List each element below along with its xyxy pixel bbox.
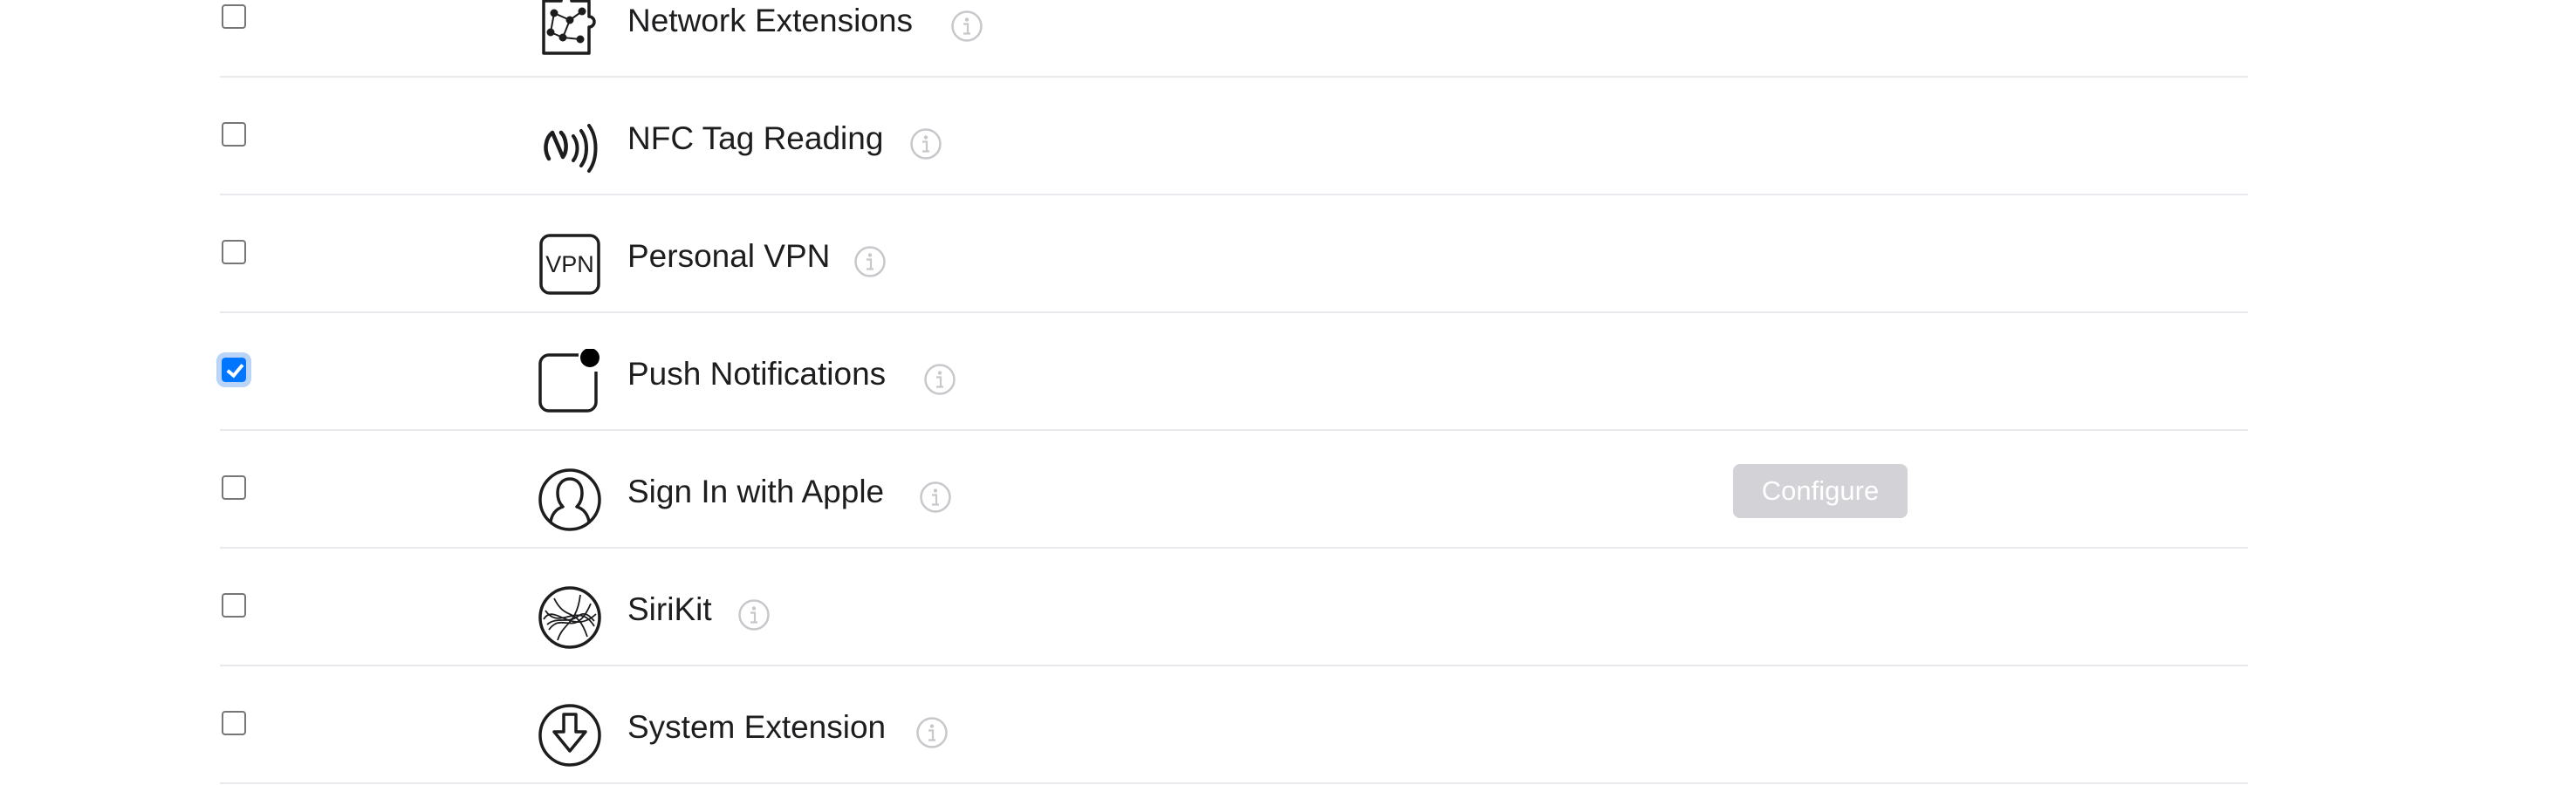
sirikit-icon — [537, 584, 603, 651]
nfc-icon — [537, 113, 603, 180]
capability-row-system-extension: System Extension — [220, 666, 2248, 784]
network-extensions-checkbox[interactable] — [222, 4, 246, 29]
capability-label: System Extension — [627, 709, 887, 745]
push-notifications-icon — [537, 349, 603, 415]
capability-row-personal-vpn: VPN Personal VPN — [220, 195, 2248, 313]
sign-in-with-apple-icon — [537, 467, 603, 533]
capability-label: Personal VPN — [627, 238, 831, 274]
network-extensions-icon — [537, 0, 603, 62]
capability-row-sign-in-with-apple: Sign In with Apple Configure — [220, 431, 2248, 549]
capability-row-nfc-tag-reading: NFC Tag Reading — [220, 78, 2248, 195]
capability-row-sirikit: SiriKit — [220, 549, 2248, 666]
info-icon[interactable] — [915, 716, 949, 749]
capability-label: Push Notifications — [627, 356, 887, 392]
push-notifications-checkbox[interactable] — [216, 352, 251, 387]
capabilities-list: Network Extensions NFC Tag Reading VPN P… — [216, 0, 2248, 785]
capability-label: SiriKit — [627, 591, 712, 627]
info-icon[interactable] — [737, 598, 771, 631]
info-icon[interactable] — [950, 10, 983, 43]
capability-row-network-extensions: Network Extensions — [220, 0, 2248, 78]
system-extension-checkbox[interactable] — [222, 711, 246, 735]
info-icon[interactable] — [919, 481, 952, 514]
info-icon[interactable] — [909, 127, 942, 160]
capability-label: NFC Tag Reading — [627, 120, 884, 156]
configure-button[interactable]: Configure — [1733, 464, 1908, 518]
personal-vpn-checkbox[interactable] — [222, 240, 246, 264]
vpn-icon: VPN — [537, 231, 603, 297]
vpn-icon-text: VPN — [545, 251, 594, 277]
info-icon[interactable] — [923, 363, 956, 396]
info-icon[interactable] — [853, 245, 887, 278]
capability-label: Sign In with Apple — [627, 474, 885, 509]
sign-in-with-apple-checkbox[interactable] — [222, 475, 246, 500]
capability-label: Network Extensions — [627, 3, 913, 38]
capability-row-push-notifications: Push Notifications — [216, 313, 2248, 431]
system-extension-icon — [537, 702, 603, 768]
nfc-tag-reading-checkbox[interactable] — [222, 122, 246, 147]
sirikit-checkbox[interactable] — [222, 593, 246, 618]
